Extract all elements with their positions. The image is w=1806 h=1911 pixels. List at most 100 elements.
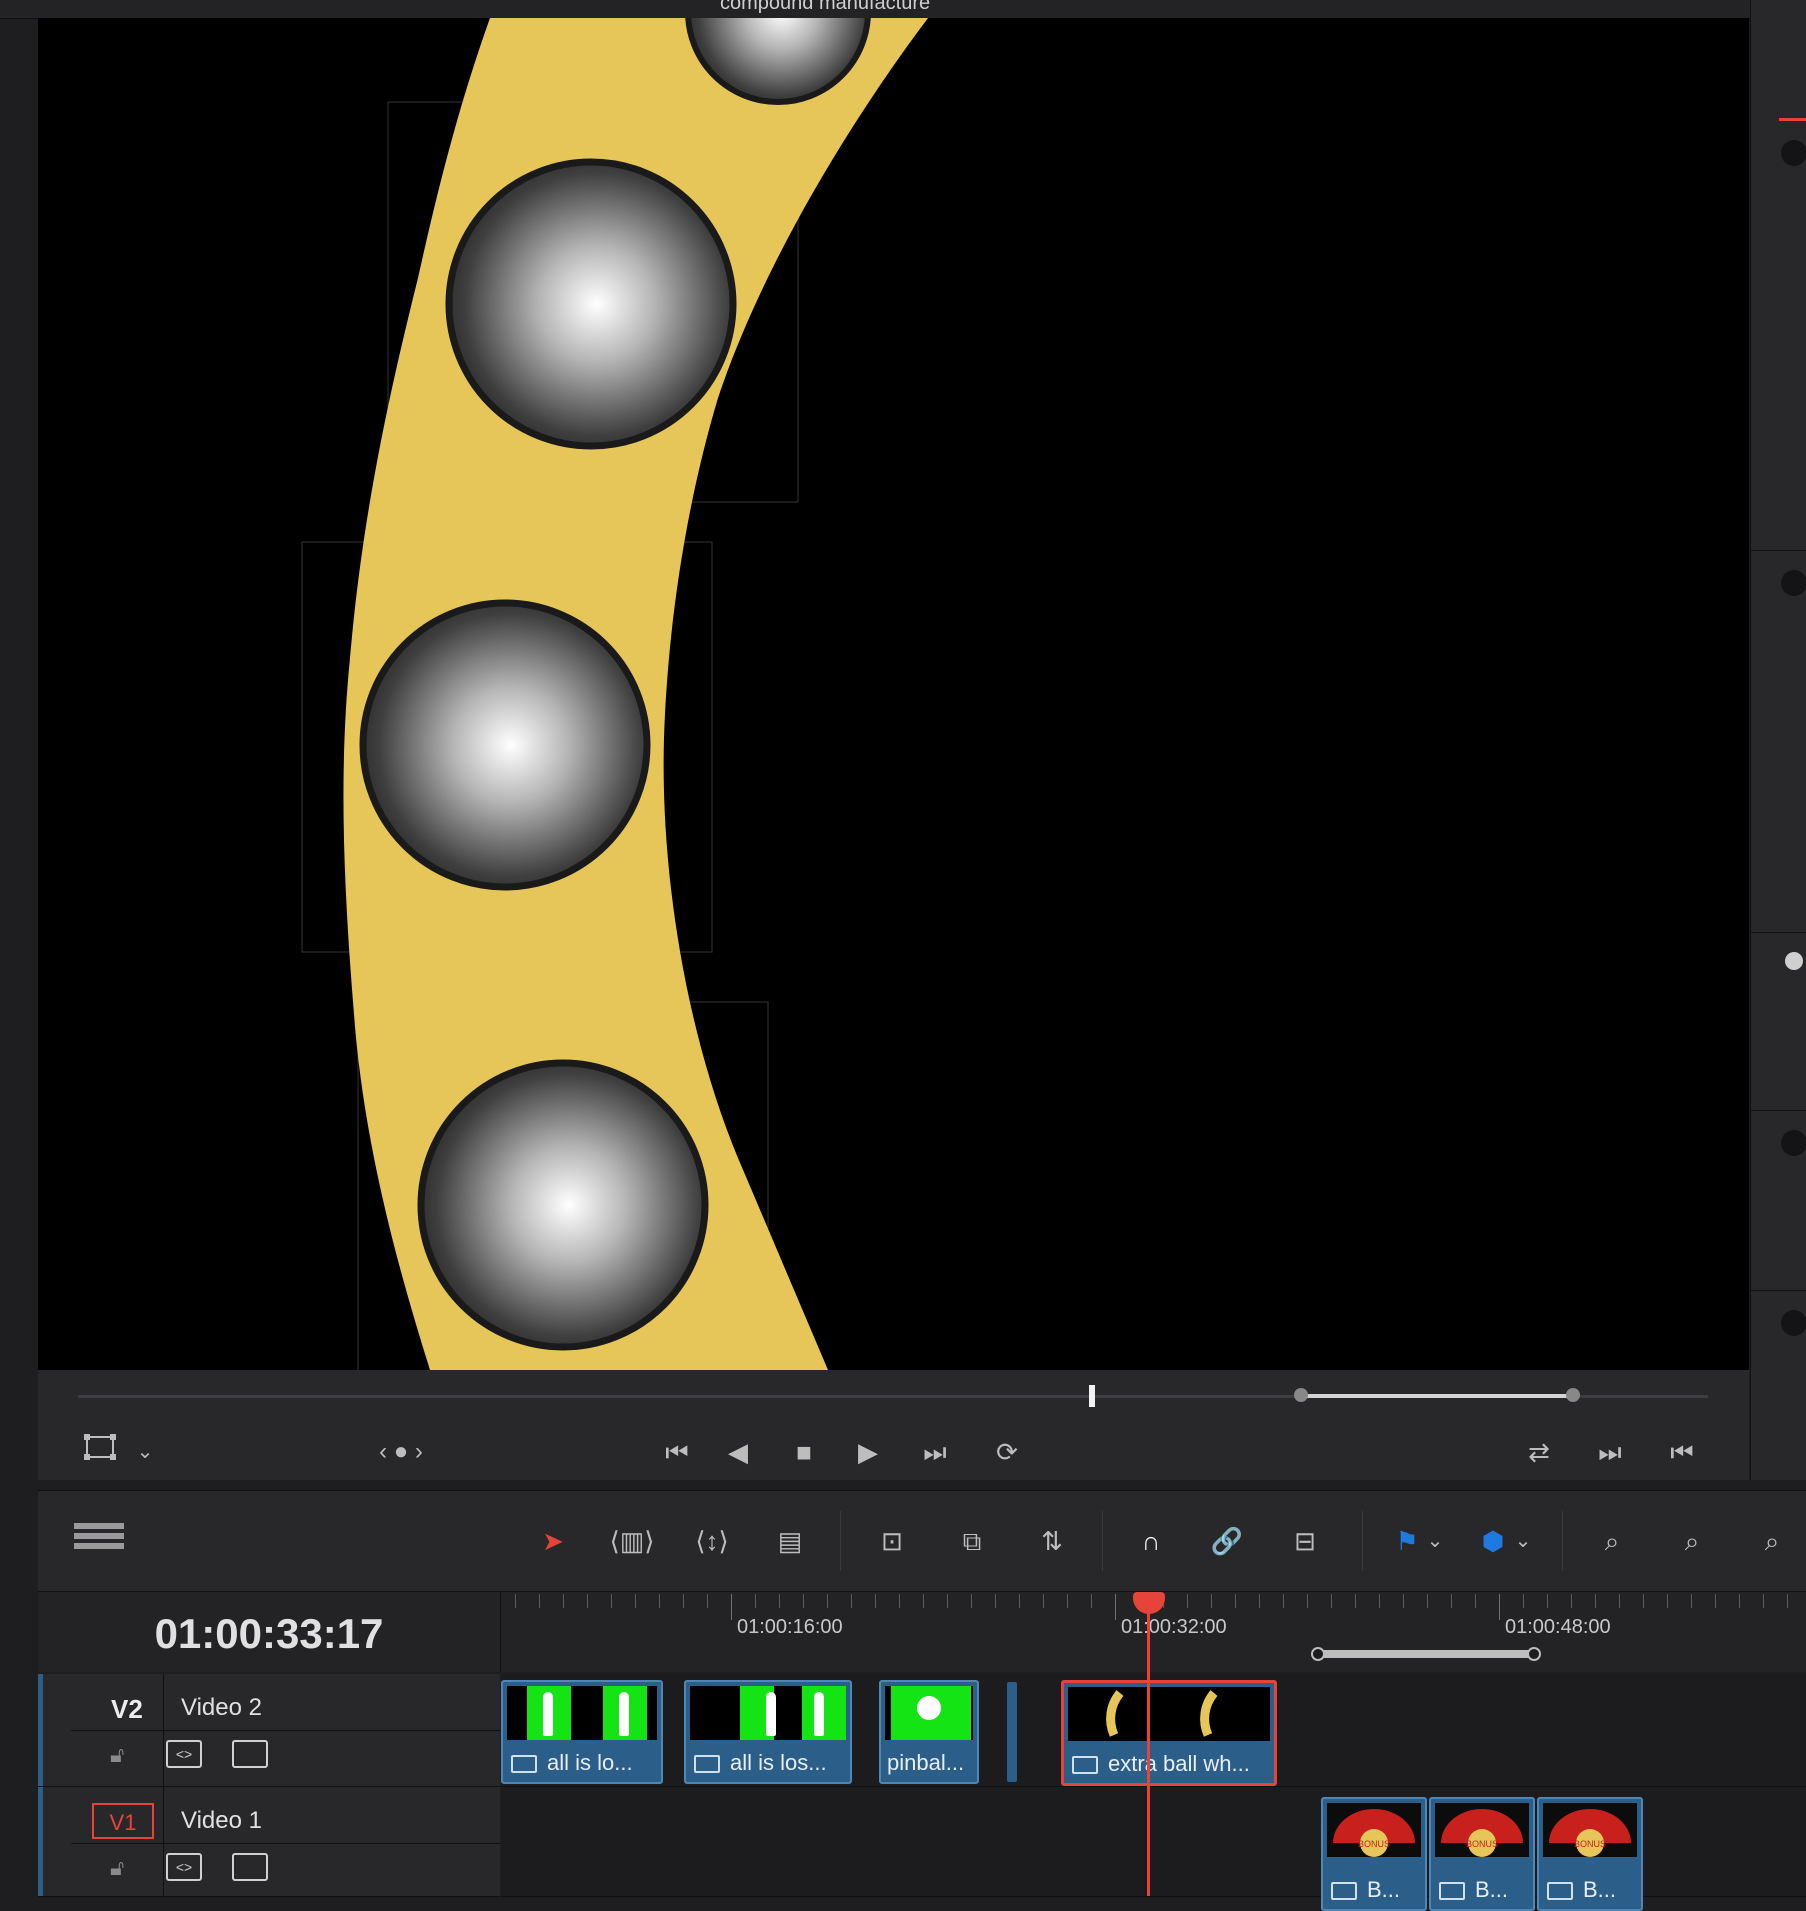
- track-lane-v2[interactable]: all is lo... all is los... pinbal... ext…: [501, 1674, 1806, 1787]
- track-header-v1[interactable]: V1 Video 1 🔓︎ <>: [38, 1787, 500, 1897]
- ruler-label: 01:00:32:00: [1121, 1616, 1227, 1638]
- ruler-tick: [1619, 1594, 1620, 1608]
- auto-select-icon[interactable]: <>: [166, 1853, 202, 1881]
- ruler-tick: [1379, 1594, 1380, 1608]
- zoom-full-icon[interactable]: ⌕: [1584, 1521, 1640, 1561]
- ruler-tick: [1283, 1594, 1284, 1608]
- ruler-tick: [923, 1594, 924, 1608]
- in-out-range[interactable]: [1301, 1394, 1573, 1398]
- dynamic-trim-icon[interactable]: ⟨↕⟩: [684, 1521, 740, 1561]
- track-name[interactable]: Video 1: [181, 1807, 262, 1835]
- timeline-clip[interactable]: pinbal...: [879, 1680, 979, 1784]
- clip-label: B...: [1367, 1877, 1401, 1902]
- next-edit-icon[interactable]: ⏭: [1590, 1432, 1630, 1472]
- ruler-tick: [635, 1594, 636, 1608]
- ruler-tick: [1019, 1594, 1020, 1608]
- skip-end-icon[interactable]: ⏭: [910, 1432, 960, 1472]
- ruler-tick: [803, 1594, 804, 1608]
- play-icon[interactable]: ▶: [848, 1432, 888, 1472]
- bonus-text: BONUS: [1466, 1839, 1498, 1849]
- ruler-tick: [1715, 1594, 1716, 1608]
- clip-nav-icon[interactable]: ‹ ● ›: [356, 1432, 446, 1472]
- timeline-clip-selected[interactable]: extra ball wh...: [1061, 1680, 1277, 1786]
- zoom-custom-icon[interactable]: ⌕: [1744, 1521, 1800, 1561]
- ruler-tick: [1451, 1594, 1452, 1608]
- timeline-title[interactable]: compound manufacture: [720, 0, 930, 15]
- scrub-playhead[interactable]: [1089, 1385, 1095, 1407]
- auto-select-icon[interactable]: <>: [166, 1740, 202, 1768]
- chevron-down-icon[interactable]: ⌄: [1420, 1521, 1450, 1561]
- current-timecode[interactable]: 01:00:33:17: [38, 1610, 500, 1658]
- ruler-tick: [1235, 1594, 1236, 1608]
- range-end-handle[interactable]: [1566, 1388, 1580, 1402]
- track-id: V2: [111, 1694, 143, 1724]
- ruler-tick: [659, 1594, 660, 1608]
- zoom-range-end[interactable]: [1527, 1647, 1541, 1661]
- ruler-tick: [755, 1594, 756, 1608]
- ruler-tick: [1307, 1594, 1308, 1608]
- ruler-tick: [1331, 1594, 1332, 1608]
- edit-toolbar: ➤ ⟨▥⟩ ⟨↕⟩ ▤ ⊡ ⧉ ⇅ ∩ 🔗 ⊟ ⚑ ⌄ ⬢ ⌄ ⌕ ⌕ ⌕: [38, 1490, 1806, 1592]
- ruler-tick: [1475, 1594, 1476, 1608]
- ruler-label: 01:00:16:00: [737, 1616, 843, 1638]
- ruler-tick: [1691, 1594, 1692, 1608]
- frame-icon[interactable]: [78, 1432, 122, 1472]
- chevron-down-icon[interactable]: ⌄: [130, 1432, 160, 1472]
- ball-2: [359, 599, 651, 891]
- timeline-clip[interactable]: BONUS B...: [1429, 1797, 1535, 1911]
- track-lane-v1[interactable]: BONUS B... BONUS B... BONUS B...: [501, 1787, 1806, 1911]
- viewer-canvas[interactable]: [38, 18, 1749, 1370]
- lock-icon[interactable]: 🔓︎: [110, 1742, 124, 1768]
- ruler-tick: [851, 1594, 852, 1608]
- track-id[interactable]: V1: [92, 1803, 154, 1839]
- timeline-clip[interactable]: BONUS B...: [1321, 1797, 1427, 1911]
- timeline-view-options-icon[interactable]: [72, 1521, 126, 1561]
- skip-start-icon[interactable]: ⏮: [652, 1432, 702, 1472]
- ruler-tick: [1499, 1594, 1500, 1620]
- blade-tool-icon[interactable]: ▤: [762, 1521, 818, 1561]
- ball-3: [417, 1059, 709, 1351]
- range-start-handle[interactable]: [1294, 1388, 1308, 1402]
- viewer-image: [301, 18, 928, 1370]
- ruler-tick: [827, 1594, 828, 1608]
- timecode-panel: 01:00:33:17: [38, 1592, 501, 1672]
- position-lock-icon[interactable]: ⊟: [1282, 1521, 1328, 1561]
- ruler-tick: [1355, 1594, 1356, 1608]
- timeline-clip-fragment[interactable]: [1007, 1682, 1017, 1782]
- loop-icon[interactable]: ⟳: [982, 1432, 1032, 1472]
- timeline-playhead[interactable]: [1147, 1604, 1150, 1896]
- zoom-range-bar[interactable]: [1318, 1650, 1534, 1658]
- insert-clip-icon[interactable]: ⊡: [862, 1521, 922, 1561]
- link-icon[interactable]: 🔗: [1204, 1521, 1250, 1561]
- timeline-clip[interactable]: BONUS B...: [1537, 1797, 1643, 1911]
- track-header-v2[interactable]: V2 Video 2 🔓︎ <>: [38, 1674, 500, 1787]
- clip-label: extra ball wh...: [1108, 1751, 1250, 1776]
- ruler-tick: [1091, 1594, 1092, 1608]
- selection-tool-icon[interactable]: ➤: [530, 1521, 576, 1561]
- timeline-clip[interactable]: all is los...: [684, 1680, 852, 1784]
- timeline-clip[interactable]: all is lo...: [501, 1680, 663, 1784]
- overwrite-clip-icon[interactable]: ⧉: [944, 1521, 1000, 1561]
- ruler-tick: [1763, 1594, 1764, 1608]
- replace-clip-icon[interactable]: ⇅: [1022, 1521, 1082, 1561]
- prev-edit-icon[interactable]: ⏮: [1662, 1432, 1702, 1472]
- clip-label: all is los...: [730, 1750, 827, 1775]
- chevron-down-icon[interactable]: ⌄: [1508, 1521, 1538, 1561]
- lock-icon[interactable]: 🔓︎: [110, 1855, 124, 1881]
- zoom-detail-icon[interactable]: ⌕: [1664, 1521, 1720, 1561]
- strip-knob-icon[interactable]: [1785, 952, 1803, 970]
- track-name[interactable]: Video 2: [181, 1694, 262, 1722]
- snapping-icon[interactable]: ∩: [1128, 1521, 1174, 1561]
- ruler-tick: [1403, 1594, 1404, 1608]
- ruler-tick: [1571, 1594, 1572, 1608]
- track-visibility-icon[interactable]: [232, 1740, 268, 1768]
- stop-icon[interactable]: ■: [784, 1432, 824, 1472]
- zoom-range-start[interactable]: [1311, 1647, 1325, 1661]
- step-back-icon[interactable]: ◀: [718, 1432, 758, 1472]
- ruler-tick: [1739, 1594, 1740, 1608]
- ruler-tick: [707, 1594, 708, 1608]
- match-frame-icon[interactable]: ⇄: [1514, 1432, 1564, 1472]
- trim-tool-icon[interactable]: ⟨▥⟩: [604, 1521, 660, 1561]
- track-visibility-icon[interactable]: [232, 1853, 268, 1881]
- ruler-tick: [1643, 1594, 1644, 1608]
